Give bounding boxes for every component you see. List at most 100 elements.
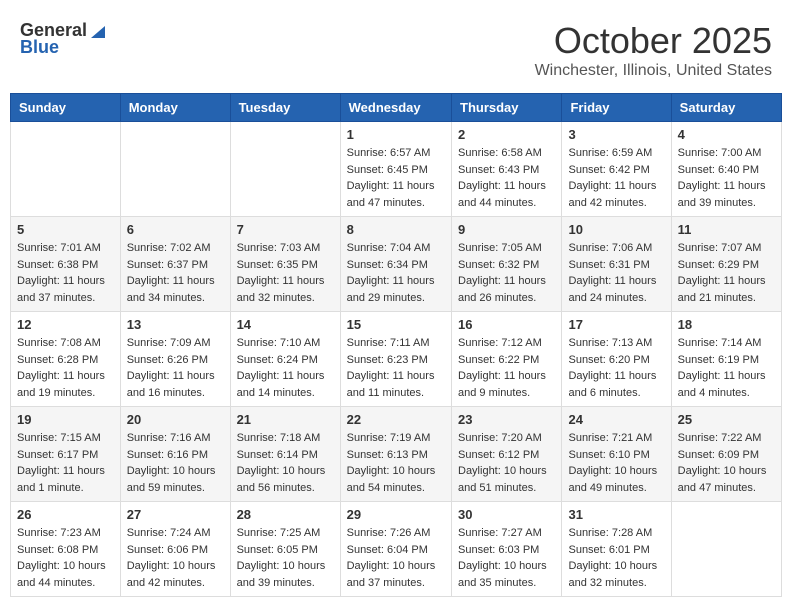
day-info: Sunrise: 6:57 AMSunset: 6:45 PMDaylight:… — [347, 145, 445, 211]
day-info: Sunrise: 7:21 AMSunset: 6:10 PMDaylight:… — [568, 430, 664, 496]
day-number: 24 — [568, 412, 664, 427]
day-info: Sunrise: 7:27 AMSunset: 6:03 PMDaylight:… — [458, 525, 555, 591]
day-number: 12 — [17, 317, 114, 332]
day-info: Sunrise: 6:58 AMSunset: 6:43 PMDaylight:… — [458, 145, 555, 211]
day-info: Sunrise: 7:03 AMSunset: 6:35 PMDaylight:… — [237, 240, 334, 306]
day-cell-4-3: 29 Sunrise: 7:26 AMSunset: 6:04 PMDayligh… — [340, 502, 451, 597]
day-info: Sunrise: 7:04 AMSunset: 6:34 PMDaylight:… — [347, 240, 445, 306]
day-cell-1-5: 10Sunrise: 7:06 AMSunset: 6:31 PMDayligh… — [562, 217, 671, 312]
day-cell-1-4: 9 Sunrise: 7:05 AMSunset: 6:32 PMDaylight… — [452, 217, 562, 312]
day-cell-0-6: 4 Sunrise: 7:00 AMSunset: 6:40 PMDaylight… — [671, 122, 781, 217]
col-sunday: Sunday — [11, 94, 121, 122]
day-number: 17 — [568, 317, 664, 332]
day-cell-0-2 — [230, 122, 340, 217]
day-info: Sunrise: 7:01 AMSunset: 6:38 PMDaylight:… — [17, 240, 114, 306]
calendar-header-row: Sunday Monday Tuesday Wednesday Thursday… — [11, 94, 782, 122]
day-number: 18 — [678, 317, 775, 332]
day-number: 14 — [237, 317, 334, 332]
week-row-5: 26 Sunrise: 7:23 AMSunset: 6:08 PMDayligh… — [11, 502, 782, 597]
col-thursday: Thursday — [452, 94, 562, 122]
col-tuesday: Tuesday — [230, 94, 340, 122]
day-number: 26 — [17, 507, 114, 522]
day-info: Sunrise: 7:20 AMSunset: 6:12 PMDaylight:… — [458, 430, 555, 496]
day-cell-0-3: 1 Sunrise: 6:57 AMSunset: 6:45 PMDaylight… — [340, 122, 451, 217]
day-cell-2-2: 14Sunrise: 7:10 AMSunset: 6:24 PMDayligh… — [230, 312, 340, 407]
week-row-3: 12 Sunrise: 7:08 AMSunset: 6:28 PMDayligh… — [11, 312, 782, 407]
day-cell-1-6: 11 Sunrise: 7:07 AMSunset: 6:29 PMDayligh… — [671, 217, 781, 312]
day-info: Sunrise: 7:08 AMSunset: 6:28 PMDaylight:… — [17, 335, 114, 401]
day-info: Sunrise: 7:26 AMSunset: 6:04 PMDaylight:… — [347, 525, 445, 591]
day-info: Sunrise: 7:09 AMSunset: 6:26 PMDaylight:… — [127, 335, 224, 401]
location-text: Winchester, Illinois, United States — [535, 62, 772, 80]
day-cell-4-2: 28Sunrise: 7:25 AMSunset: 6:05 PMDayligh… — [230, 502, 340, 597]
week-row-1: 1 Sunrise: 6:57 AMSunset: 6:45 PMDaylight… — [11, 122, 782, 217]
day-cell-4-5: 31Sunrise: 7:28 AMSunset: 6:01 PMDayligh… — [562, 502, 671, 597]
col-saturday: Saturday — [671, 94, 781, 122]
day-number: 25 — [678, 412, 775, 427]
day-number: 8 — [347, 222, 445, 237]
day-cell-2-4: 16Sunrise: 7:12 AMSunset: 6:22 PMDayligh… — [452, 312, 562, 407]
day-info: Sunrise: 7:05 AMSunset: 6:32 PMDaylight:… — [458, 240, 555, 306]
day-info: Sunrise: 7:02 AMSunset: 6:37 PMDaylight:… — [127, 240, 224, 306]
day-number: 15 — [347, 317, 445, 332]
day-info: Sunrise: 7:16 AMSunset: 6:16 PMDaylight:… — [127, 430, 224, 496]
day-info: Sunrise: 7:06 AMSunset: 6:31 PMDaylight:… — [568, 240, 664, 306]
day-number: 29 — [347, 507, 445, 522]
day-cell-4-4: 30Sunrise: 7:27 AMSunset: 6:03 PMDayligh… — [452, 502, 562, 597]
day-cell-0-0 — [11, 122, 121, 217]
day-number: 11 — [678, 222, 775, 237]
day-cell-1-1: 6 Sunrise: 7:02 AMSunset: 6:37 PMDaylight… — [120, 217, 230, 312]
day-number: 9 — [458, 222, 555, 237]
day-cell-2-5: 17Sunrise: 7:13 AMSunset: 6:20 PMDayligh… — [562, 312, 671, 407]
day-info: Sunrise: 7:11 AMSunset: 6:23 PMDaylight:… — [347, 335, 445, 401]
day-info: Sunrise: 7:07 AMSunset: 6:29 PMDaylight:… — [678, 240, 775, 306]
day-cell-4-0: 26 Sunrise: 7:23 AMSunset: 6:08 PMDayligh… — [11, 502, 121, 597]
day-cell-4-1: 27 Sunrise: 7:24 AMSunset: 6:06 PMDayligh… — [120, 502, 230, 597]
day-cell-0-4: 2Sunrise: 6:58 AMSunset: 6:43 PMDaylight… — [452, 122, 562, 217]
page-header: General Blue October 2025 Winchester, Il… — [10, 10, 782, 85]
day-number: 5 — [17, 222, 114, 237]
day-info: Sunrise: 7:15 AMSunset: 6:17 PMDaylight:… — [17, 430, 114, 496]
day-info: Sunrise: 7:22 AMSunset: 6:09 PMDaylight:… — [678, 430, 775, 496]
day-cell-1-2: 7Sunrise: 7:03 AMSunset: 6:35 PMDaylight… — [230, 217, 340, 312]
day-info: Sunrise: 7:23 AMSunset: 6:08 PMDaylight:… — [17, 525, 114, 591]
day-info: Sunrise: 7:14 AMSunset: 6:19 PMDaylight:… — [678, 335, 775, 401]
day-number: 6 — [127, 222, 224, 237]
day-number: 1 — [347, 127, 445, 142]
day-number: 3 — [568, 127, 664, 142]
day-number: 21 — [237, 412, 334, 427]
day-info: Sunrise: 6:59 AMSunset: 6:42 PMDaylight:… — [568, 145, 664, 211]
day-info: Sunrise: 7:00 AMSunset: 6:40 PMDaylight:… — [678, 145, 775, 211]
day-cell-2-1: 13Sunrise: 7:09 AMSunset: 6:26 PMDayligh… — [120, 312, 230, 407]
day-number: 23 — [458, 412, 555, 427]
day-cell-4-6 — [671, 502, 781, 597]
day-cell-2-6: 18 Sunrise: 7:14 AMSunset: 6:19 PMDayligh… — [671, 312, 781, 407]
col-wednesday: Wednesday — [340, 94, 451, 122]
day-cell-3-4: 23 Sunrise: 7:20 AMSunset: 6:12 PMDayligh… — [452, 407, 562, 502]
day-info: Sunrise: 7:19 AMSunset: 6:13 PMDaylight:… — [347, 430, 445, 496]
day-info: Sunrise: 7:28 AMSunset: 6:01 PMDaylight:… — [568, 525, 664, 591]
day-number: 27 — [127, 507, 224, 522]
month-title: October 2025 — [535, 20, 772, 62]
title-block: October 2025 Winchester, Illinois, Unite… — [535, 20, 772, 80]
day-info: Sunrise: 7:24 AMSunset: 6:06 PMDaylight:… — [127, 525, 224, 591]
day-cell-3-3: 22 Sunrise: 7:19 AMSunset: 6:13 PMDayligh… — [340, 407, 451, 502]
day-cell-3-5: 24 Sunrise: 7:21 AMSunset: 6:10 PMDayligh… — [562, 407, 671, 502]
day-cell-1-3: 8 Sunrise: 7:04 AMSunset: 6:34 PMDaylight… — [340, 217, 451, 312]
day-cell-0-1 — [120, 122, 230, 217]
day-number: 4 — [678, 127, 775, 142]
logo: General Blue — [20, 20, 107, 58]
day-cell-1-0: 5 Sunrise: 7:01 AMSunset: 6:38 PMDaylight… — [11, 217, 121, 312]
logo-blue-text: Blue — [20, 37, 59, 58]
day-number: 16 — [458, 317, 555, 332]
day-cell-0-5: 3 Sunrise: 6:59 AMSunset: 6:42 PMDaylight… — [562, 122, 671, 217]
day-info: Sunrise: 7:25 AMSunset: 6:05 PMDaylight:… — [237, 525, 334, 591]
col-friday: Friday — [562, 94, 671, 122]
week-row-4: 19Sunrise: 7:15 AMSunset: 6:17 PMDayligh… — [11, 407, 782, 502]
day-cell-3-0: 19Sunrise: 7:15 AMSunset: 6:17 PMDayligh… — [11, 407, 121, 502]
col-monday: Monday — [120, 94, 230, 122]
day-info: Sunrise: 7:18 AMSunset: 6:14 PMDaylight:… — [237, 430, 334, 496]
calendar-table: Sunday Monday Tuesday Wednesday Thursday… — [10, 93, 782, 597]
day-number: 22 — [347, 412, 445, 427]
day-number: 20 — [127, 412, 224, 427]
